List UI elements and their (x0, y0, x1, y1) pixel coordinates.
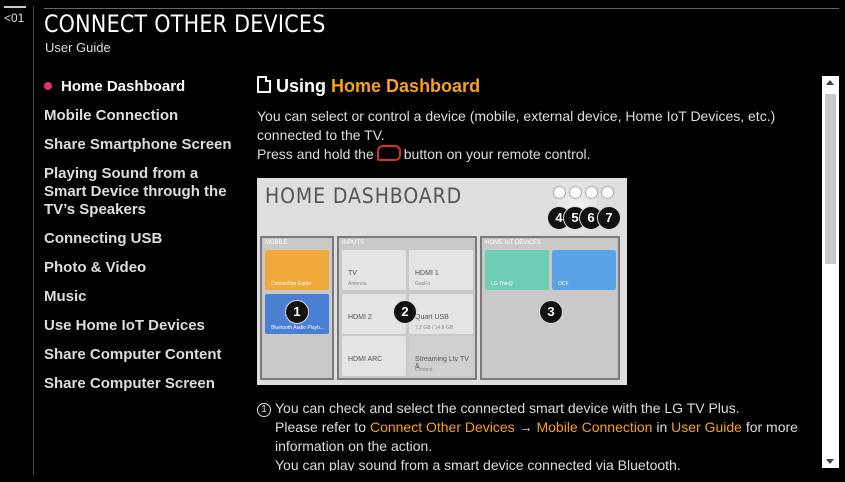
tv-tile: TV Antenna (342, 250, 406, 290)
sidebar-item-home-dashboard[interactable]: Home Dashboard (44, 78, 244, 96)
link-connect-other-devices[interactable]: Connect Other Devices (370, 419, 515, 435)
remote-button-icon (376, 145, 401, 161)
connection-guide-tile: Connection Guide (265, 250, 329, 290)
sidebar-item-share-computer-screen[interactable]: Share Computer Screen (44, 375, 244, 393)
marker-1: 1 (285, 300, 309, 324)
sidebar-item-playing-sound[interactable]: Playing Sound from a Smart Device throug… (44, 165, 244, 219)
home-dashboard-screenshot: HOME DASHBOARD 4 5 6 7 MOBILE Connection… (257, 178, 627, 385)
hdmi1-tile: HDMI 1 GasFo (409, 250, 473, 290)
sidebar-item-mobile-connection[interactable]: Mobile Connection (44, 107, 244, 125)
link-user-guide[interactable]: User Guide (671, 419, 742, 435)
sidebar-item-share-smartphone-screen[interactable]: Share Smartphone Screen (44, 136, 244, 154)
screenshot-top-icons (553, 186, 619, 200)
back-label: <01 (4, 11, 25, 25)
divider-vertical (33, 6, 34, 476)
scroll-down-icon[interactable] (826, 459, 834, 464)
link-mobile-connection[interactable]: Mobile Connection (536, 419, 652, 435)
marker-2: 2 (393, 300, 417, 324)
active-dot-icon (44, 82, 52, 91)
marker-7: 7 (597, 206, 621, 230)
close-icon (601, 186, 614, 199)
sidebar-item-share-computer-content[interactable]: Share Computer Content (44, 346, 244, 364)
settings-icon (569, 186, 582, 199)
streaming-tile: Streaming Ltv TV & Content (409, 336, 473, 376)
section-heading: Using Home Dashboard (257, 76, 817, 97)
screenshot-title: HOME DASHBOARD (265, 184, 463, 208)
press-instruction: Press and hold the button on your remote … (257, 145, 591, 162)
caption-line-3: information on the action. (275, 438, 433, 454)
intro-text: You can select or control a device (mobi… (257, 108, 776, 143)
scrollbar-thumb[interactable] (825, 94, 836, 264)
marker-3: 3 (539, 300, 563, 324)
caption-line-4: You can play sound from a smart device c… (275, 457, 681, 471)
iot-tile-1: LG ThinQ (485, 250, 549, 290)
sidebar-item-home-iot[interactable]: Use Home IoT Devices (44, 317, 244, 335)
main-content[interactable]: Using Home Dashboard You can select or c… (257, 76, 817, 471)
caption-number: 1 (257, 403, 271, 417)
caption-line-1: 1 You can check and select the connected … (257, 399, 817, 418)
caption-block: 1 You can check and select the connected … (257, 399, 817, 471)
hdmi-arc-tile: HDMI ARC (342, 336, 406, 376)
edit-icon (553, 186, 566, 199)
page-title: CONNECT OTHER DEVICES (44, 10, 326, 38)
sidebar: Home Dashboard Mobile Connection Share S… (44, 78, 244, 404)
page-subtitle: User Guide (45, 40, 111, 55)
iot-tile-2: OCF (552, 250, 616, 290)
back-button[interactable]: <01 (4, 6, 26, 25)
back-bar (4, 6, 26, 8)
caption-line-2: Please refer to Connect Other Devices → … (275, 419, 798, 435)
sidebar-item-connecting-usb[interactable]: Connecting USB (44, 230, 244, 248)
sidebar-item-photo-video[interactable]: Photo & Video (44, 259, 244, 277)
document-icon (257, 76, 271, 93)
usb-tile: Quart USB 7.2 GB / 14.8 GB (409, 294, 473, 334)
refresh-icon (585, 186, 598, 199)
scrollbar[interactable] (822, 76, 839, 468)
divider-top (44, 8, 839, 9)
scroll-up-icon[interactable] (826, 80, 834, 85)
sidebar-item-music[interactable]: Music (44, 288, 244, 306)
